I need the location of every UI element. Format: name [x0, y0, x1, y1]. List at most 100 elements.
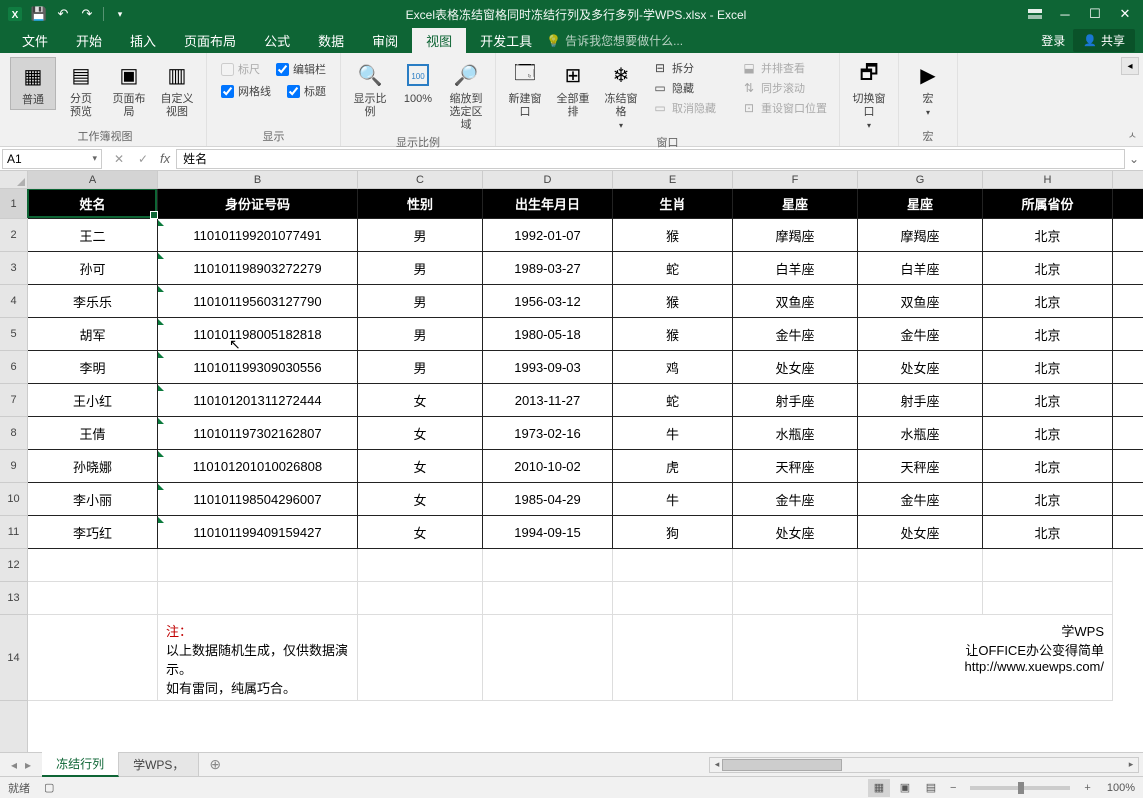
data-cell[interactable]: 1980-05-18 [483, 318, 613, 350]
page-break-preview-button[interactable]: ▤分页 预览 [58, 57, 104, 121]
empty-cell[interactable] [613, 582, 733, 615]
data-cell[interactable]: 1973-02-16 [483, 417, 613, 449]
save-icon[interactable]: 💾 [28, 4, 50, 24]
tab-nav-first-icon[interactable]: ◂ [8, 758, 20, 772]
empty-cell[interactable] [983, 582, 1113, 615]
attribution-cell[interactable]: 学WPS让OFFICE办公变得简单http://www.xuewps.com/ [858, 615, 1113, 701]
data-cell[interactable]: 北京 [983, 417, 1113, 449]
tab-data[interactable]: 数据 [304, 28, 358, 53]
data-cell[interactable]: 男 [358, 351, 483, 383]
header-cell[interactable]: 出生年月日 [483, 189, 613, 218]
collapse-left-icon[interactable]: ◂ [1121, 57, 1139, 75]
formula-bar-checkbox[interactable]: 编辑栏 [276, 61, 326, 77]
data-cell[interactable]: 蛇 [613, 384, 733, 416]
row-header[interactable]: 8 [0, 417, 27, 450]
data-cell[interactable]: 110101197302162807 [158, 417, 358, 449]
tab-developer[interactable]: 开发工具 [466, 28, 546, 53]
column-header[interactable]: H [983, 171, 1113, 188]
tab-home[interactable]: 开始 [62, 28, 116, 53]
data-cell[interactable]: 110101199409159427 [158, 516, 358, 548]
data-cell[interactable]: 110101198504296007 [158, 483, 358, 515]
data-cell[interactable]: 李明 [28, 351, 158, 383]
custom-view-button[interactable]: ▥自定义视图 [154, 57, 200, 121]
data-cell[interactable]: 鸡 [613, 351, 733, 383]
data-cell[interactable]: 女 [358, 516, 483, 548]
empty-cell[interactable] [358, 582, 483, 615]
data-cell[interactable]: 射手座 [858, 384, 983, 416]
accept-formula-icon[interactable]: ✓ [132, 152, 154, 166]
header-cell[interactable]: 星座 [733, 189, 858, 218]
switch-window-button[interactable]: 🗗切换窗口▾ [846, 57, 892, 134]
headings-checkbox[interactable]: 标题 [287, 83, 326, 99]
zoom-out-button[interactable]: − [946, 782, 960, 794]
row-header[interactable]: 3 [0, 252, 27, 285]
empty-cell[interactable] [858, 582, 983, 615]
column-header[interactable]: C [358, 171, 483, 188]
page-layout-button[interactable]: ▣页面布局 [106, 57, 152, 121]
macro-record-icon[interactable]: ▢ [44, 781, 54, 794]
cancel-formula-icon[interactable]: ✕ [108, 152, 130, 166]
data-cell[interactable]: 狗 [613, 516, 733, 548]
data-cell[interactable]: 北京 [983, 351, 1113, 383]
data-cell[interactable]: 2010-10-02 [483, 450, 613, 482]
column-header[interactable]: E [613, 171, 733, 188]
empty-cell[interactable] [358, 549, 483, 582]
data-cell[interactable]: 王倩 [28, 417, 158, 449]
tab-view[interactable]: 视图 [412, 28, 466, 53]
data-cell[interactable]: 2013-11-27 [483, 384, 613, 416]
data-cell[interactable]: 1989-03-27 [483, 252, 613, 284]
empty-cell[interactable] [158, 549, 358, 582]
data-cell[interactable]: 摩羯座 [858, 219, 983, 251]
row-header[interactable]: 7 [0, 384, 27, 417]
scrollbar-thumb[interactable] [722, 759, 842, 771]
data-cell[interactable]: 天秤座 [858, 450, 983, 482]
normal-view-button[interactable]: ▦普通 [10, 57, 56, 110]
data-cell[interactable]: 1956-03-12 [483, 285, 613, 317]
tab-nav-last-icon[interactable]: ▸ [22, 758, 34, 772]
header-cell[interactable]: 星座 [858, 189, 983, 218]
data-cell[interactable]: 110101201311272444 [158, 384, 358, 416]
split-button[interactable]: ⊟拆分 [650, 59, 718, 77]
data-cell[interactable]: 水瓶座 [733, 417, 858, 449]
empty-cell[interactable] [733, 549, 858, 582]
empty-cell[interactable] [483, 582, 613, 615]
data-cell[interactable]: 李小丽 [28, 483, 158, 515]
new-window-button[interactable]: 🗔新建窗口 [502, 57, 548, 121]
data-cell[interactable]: 1994-09-15 [483, 516, 613, 548]
zoom-slider[interactable] [970, 786, 1070, 790]
header-cell[interactable]: 生肖 [613, 189, 733, 218]
data-cell[interactable]: 蛇 [613, 252, 733, 284]
minimize-icon[interactable]: ─ [1051, 4, 1079, 24]
normal-view-icon[interactable]: ▦ [868, 779, 890, 797]
data-cell[interactable]: 金牛座 [733, 318, 858, 350]
data-cell[interactable]: 金牛座 [858, 483, 983, 515]
macro-button[interactable]: ▶宏▾ [905, 57, 951, 121]
zoom-100-button[interactable]: 100100% [395, 57, 441, 108]
empty-cell[interactable] [613, 549, 733, 582]
tell-me-search[interactable]: 💡 告诉我您想要做什么... [546, 32, 683, 49]
data-cell[interactable]: 天秤座 [733, 450, 858, 482]
data-cell[interactable]: 北京 [983, 252, 1113, 284]
data-cell[interactable]: 虎 [613, 450, 733, 482]
data-cell[interactable]: 双鱼座 [858, 285, 983, 317]
page-break-view-icon[interactable]: ▤ [920, 779, 942, 797]
header-cell[interactable]: 姓名 [28, 189, 158, 218]
undo-icon[interactable]: ↶ [52, 4, 74, 24]
row-header[interactable]: 6 [0, 351, 27, 384]
data-cell[interactable]: 水瓶座 [858, 417, 983, 449]
data-cell[interactable]: 1993-09-03 [483, 351, 613, 383]
empty-cell[interactable] [858, 549, 983, 582]
empty-cell[interactable] [358, 615, 483, 701]
column-header[interactable]: A [28, 171, 158, 188]
column-header[interactable]: F [733, 171, 858, 188]
row-header[interactable]: 13 [0, 582, 27, 615]
hide-button[interactable]: ▭隐藏 [650, 79, 718, 97]
data-cell[interactable]: 女 [358, 417, 483, 449]
empty-cell[interactable] [28, 582, 158, 615]
data-cell[interactable]: 猴 [613, 318, 733, 350]
data-cell[interactable]: 王小红 [28, 384, 158, 416]
data-cell[interactable]: 北京 [983, 318, 1113, 350]
row-header[interactable]: 4 [0, 285, 27, 318]
fx-icon[interactable]: fx [160, 151, 170, 166]
data-cell[interactable]: 110101198005182818 [158, 318, 358, 350]
